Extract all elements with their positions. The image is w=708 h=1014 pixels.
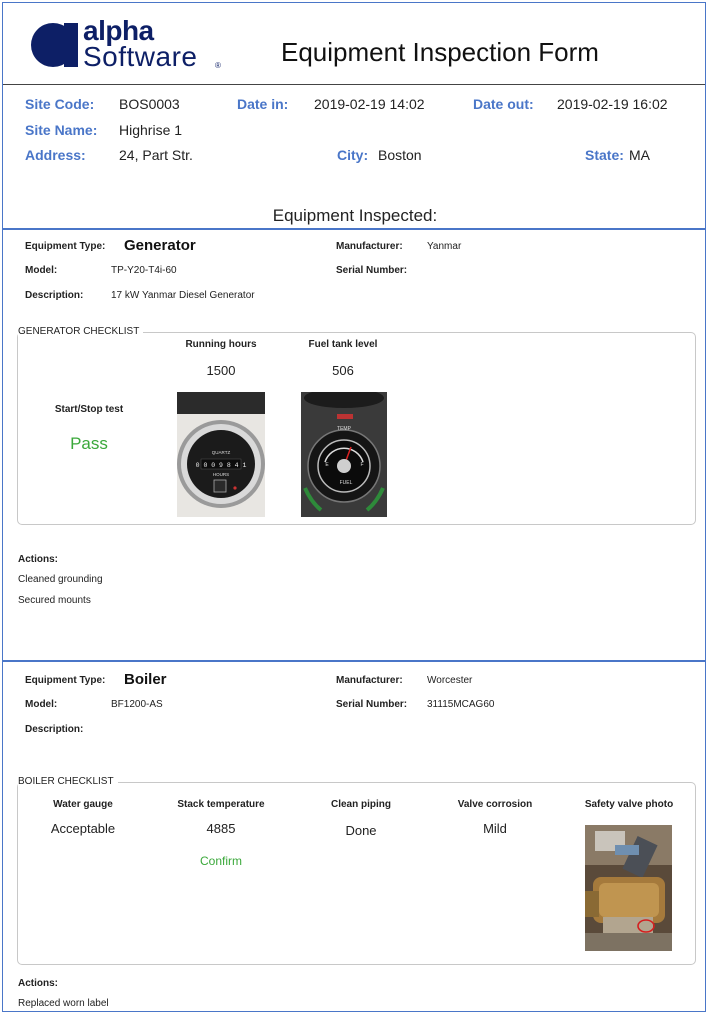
city-label: City: — [337, 147, 369, 163]
date-out-label: Date out: — [473, 96, 534, 112]
serial-number-label: Serial Number: — [336, 265, 408, 276]
description-label: Description: — [25, 724, 84, 735]
fuel-gauge-fuel-text: FUEL — [340, 480, 353, 486]
serial-number-label: Serial Number: — [336, 699, 408, 710]
site-code-value: BOS0003 — [119, 96, 180, 112]
equipment-type-label: Equipment Type: — [25, 241, 106, 252]
date-in-label: Date in: — [237, 96, 289, 112]
running-hours-value: 1500 — [206, 363, 236, 378]
fuel-gauge-full-text: F — [360, 462, 363, 468]
address-label: Address: — [25, 147, 86, 163]
state-label: State: — [585, 147, 624, 163]
model-value: BF1200-AS — [111, 699, 163, 710]
generator-checklist-title: GENERATOR CHECKLIST — [18, 326, 144, 337]
date-out-value: 2019-02-19 16:02 — [557, 96, 668, 112]
valve-corrosion-label: Valve corrosion — [457, 799, 533, 810]
description-label: Description: — [25, 290, 84, 301]
manufacturer-label: Manufacturer: — [336, 241, 403, 252]
safety-valve-photo-label: Safety valve photo — [584, 799, 674, 810]
equipment-type-label: Equipment Type: — [25, 675, 106, 686]
site-name-label: Site Name: — [25, 122, 98, 138]
logo-word-bottom: Software — [83, 41, 198, 72]
alpha-software-logo: alpha Software ® — [27, 15, 227, 77]
description-value: 17 kW Yanmar Diesel Generator — [111, 290, 255, 301]
equipment-divider — [3, 660, 705, 662]
equipment-inspected-heading: Equipment Inspected: — [272, 206, 438, 225]
safety-valve-photo — [585, 825, 672, 951]
stack-temperature-label: Stack temperature — [177, 799, 265, 810]
logo-registered-mark: ® — [215, 61, 221, 70]
state-value: MA — [629, 147, 650, 163]
stack-temperature-status: Confirm — [199, 854, 242, 868]
start-stop-test-result: Pass — [70, 434, 108, 453]
serial-number-value: 31115MCAG60 — [427, 699, 495, 710]
boiler-actions-label: Actions: — [18, 978, 58, 989]
model-value: TP-Y20-T4i-60 — [111, 265, 177, 276]
fuel-tank-level-value: 506 — [332, 363, 354, 378]
model-label: Model: — [25, 699, 58, 710]
header-divider — [3, 84, 705, 85]
fuel-gauge-photo: TEMP E F FUEL — [301, 392, 387, 517]
boiler-checklist-title: BOILER CHECKLIST — [18, 776, 118, 787]
clean-piping-value: Done — [345, 823, 377, 838]
hour-meter-digits: 0 0 0 9 8 4 1 — [196, 462, 247, 469]
site-code-label: Site Code: — [25, 96, 95, 112]
section-divider — [3, 228, 705, 230]
address-value: 24, Part Str. — [119, 147, 193, 163]
model-label: Model: — [25, 265, 58, 276]
date-in-value: 2019-02-19 14:02 — [314, 96, 425, 112]
start-stop-test-label: Start/Stop test — [54, 404, 124, 415]
hour-meter-brand-text: QUARTZ — [212, 450, 231, 455]
hour-meter-unit-text: HOURS — [213, 472, 229, 477]
generator-action-item: Secured mounts — [18, 595, 91, 606]
water-gauge-value: Acceptable — [50, 821, 116, 836]
running-hours-label: Running hours — [185, 339, 257, 350]
manufacturer-value: Worcester — [427, 675, 473, 686]
city-value: Boston — [378, 147, 422, 163]
boiler-action-item: Replaced worn label — [18, 998, 109, 1009]
clean-piping-label: Clean piping — [331, 799, 391, 810]
equipment-type-value: Boiler — [124, 671, 167, 688]
equipment-type-value: Generator — [124, 237, 196, 254]
form-title: Equipment Inspection Form — [281, 37, 599, 67]
fuel-tank-level-label: Fuel tank level — [308, 339, 378, 350]
fuel-gauge-temp-text: TEMP — [337, 426, 352, 432]
inspection-form-page: alpha Software ® Equipment Inspection Fo… — [2, 2, 706, 1012]
site-name-value: Highrise 1 — [119, 122, 183, 138]
valve-corrosion-value: Mild — [483, 821, 507, 836]
generator-actions-label: Actions: — [18, 554, 58, 565]
hour-meter-photo: QUARTZ 0 0 0 9 8 4 1 HOURS — [177, 392, 265, 517]
water-gauge-label: Water gauge — [53, 799, 113, 810]
logo-mark-icon — [31, 23, 83, 69]
manufacturer-value: Yanmar — [427, 241, 462, 252]
stack-temperature-value: 4885 — [206, 821, 236, 836]
generator-action-item: Cleaned grounding — [18, 574, 103, 585]
manufacturer-label: Manufacturer: — [336, 675, 403, 686]
